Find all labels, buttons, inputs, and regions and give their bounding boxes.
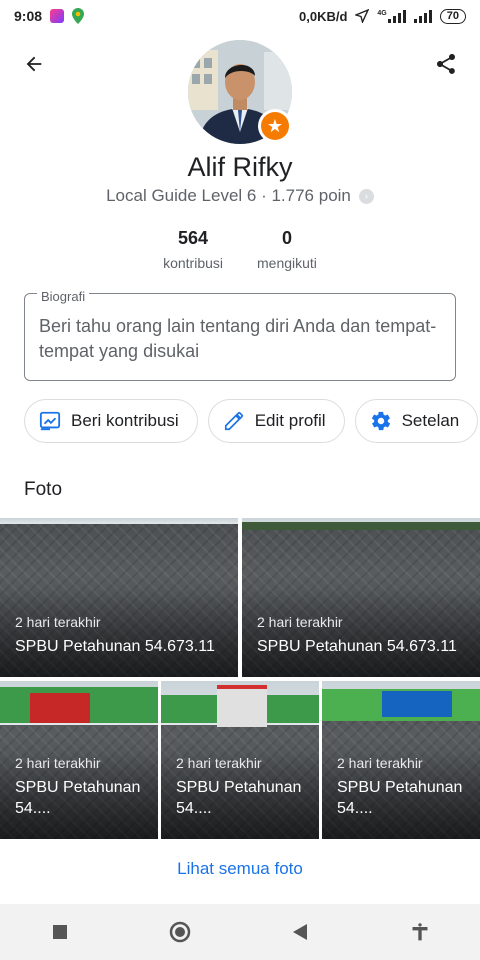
stat-value: 564 — [178, 228, 209, 248]
photo-tile[interactable]: 2 hari terakhir SPBU Petahunan 54.... — [0, 681, 158, 839]
stat-contributions[interactable]: 564 kontribusi — [163, 228, 223, 271]
local-guide-level[interactable]: Local Guide Level 6 · 1.776 poin › — [0, 186, 480, 206]
signal-4g-icon: 4G — [377, 9, 406, 23]
see-all-photos-link[interactable]: Lihat semua foto — [0, 859, 480, 879]
contribute-button[interactable]: Beri kontribusi — [24, 399, 198, 443]
contribute-label: Beri kontribusi — [71, 411, 179, 430]
stat-value: 0 — [281, 228, 292, 248]
photo-time: 2 hari terakhir — [15, 755, 101, 771]
bio-field[interactable]: Biografi Beri tahu orang lain tentang di… — [24, 284, 456, 381]
circle-icon — [169, 921, 191, 943]
battery-indicator: 70 — [439, 8, 466, 24]
location-arrow-icon — [355, 9, 370, 23]
action-chips: Beri kontribusi Edit profil Setelan — [24, 399, 479, 443]
photo-time: 2 hari terakhir — [176, 755, 262, 771]
chevron-right-icon: › — [358, 188, 374, 204]
gear-icon — [371, 411, 390, 431]
photo-tile[interactable]: 2 hari terakhir SPBU Petahunan 54.... — [322, 681, 480, 839]
settings-label: Setelan — [401, 411, 460, 430]
photo-title: SPBU Petahunan 54.... — [337, 779, 463, 817]
status-bar: 9:08 0,0KB/d 4G 70 — [0, 0, 480, 32]
stat-label: kontribusi — [163, 255, 223, 271]
share-icon — [437, 54, 455, 74]
photo-title: SPBU Petahunan 54.673.11 — [257, 638, 457, 655]
photos-section-title: Foto — [24, 479, 63, 500]
back-button[interactable] — [14, 44, 54, 84]
system-nav-bar — [0, 904, 480, 960]
photo-title: SPBU Petahunan 54.673.11 — [15, 638, 215, 655]
network-speed: 0,0KB/d — [299, 8, 348, 24]
edit-profile-button[interactable]: Edit profil — [207, 399, 345, 443]
signal-icon — [413, 9, 432, 23]
accessibility-button[interactable] — [396, 908, 444, 956]
edit-profile-label: Edit profil — [254, 411, 326, 430]
profile-stats: 564 kontribusi 0 mengikuti — [0, 228, 480, 271]
arrow-left-icon — [26, 56, 42, 72]
settings-button[interactable]: Setelan — [354, 399, 479, 443]
status-time: 9:08 — [14, 8, 43, 24]
maps-notification-icon — [72, 8, 85, 24]
accessibility-icon — [412, 923, 428, 941]
photo-title: SPBU Petahunan 54.... — [15, 779, 141, 817]
back-nav-button[interactable] — [276, 908, 324, 956]
local-guide-badge: ★ — [258, 109, 292, 143]
photo-tile[interactable]: 2 hari terakhir SPBU Petahunan 54.673.11 — [242, 518, 480, 677]
photo-tile[interactable]: 2 hari terakhir SPBU Petahunan 54.... — [161, 681, 319, 839]
star-icon: ★ — [261, 112, 289, 140]
home-button[interactable] — [156, 908, 204, 956]
photo-title: SPBU Petahunan 54.... — [176, 779, 302, 817]
photo-time: 2 hari terakhir — [15, 614, 101, 630]
photo-time: 2 hari terakhir — [257, 614, 343, 630]
local-guide-level-text: Local Guide Level 6 · 1.776 poin — [106, 186, 351, 205]
bio-label: Biografi — [37, 284, 90, 309]
share-button[interactable] — [426, 44, 466, 84]
pencil-icon — [224, 411, 243, 431]
photo-time: 2 hari terakhir — [337, 755, 423, 771]
square-icon — [53, 925, 67, 939]
triangle-back-icon — [293, 924, 307, 940]
stat-following[interactable]: 0 mengikuti — [257, 228, 317, 271]
contribute-icon — [39, 411, 61, 431]
app-notification-icon — [50, 9, 65, 23]
profile-name: Alif Rifky — [187, 152, 293, 182]
recents-button[interactable] — [36, 908, 84, 956]
bio-placeholder: Beri tahu orang lain tentang diri Anda d… — [39, 316, 437, 361]
stat-label: mengikuti — [257, 255, 317, 271]
photo-tile[interactable]: 2 hari terakhir SPBU Petahunan 54.673.11 — [0, 518, 238, 677]
